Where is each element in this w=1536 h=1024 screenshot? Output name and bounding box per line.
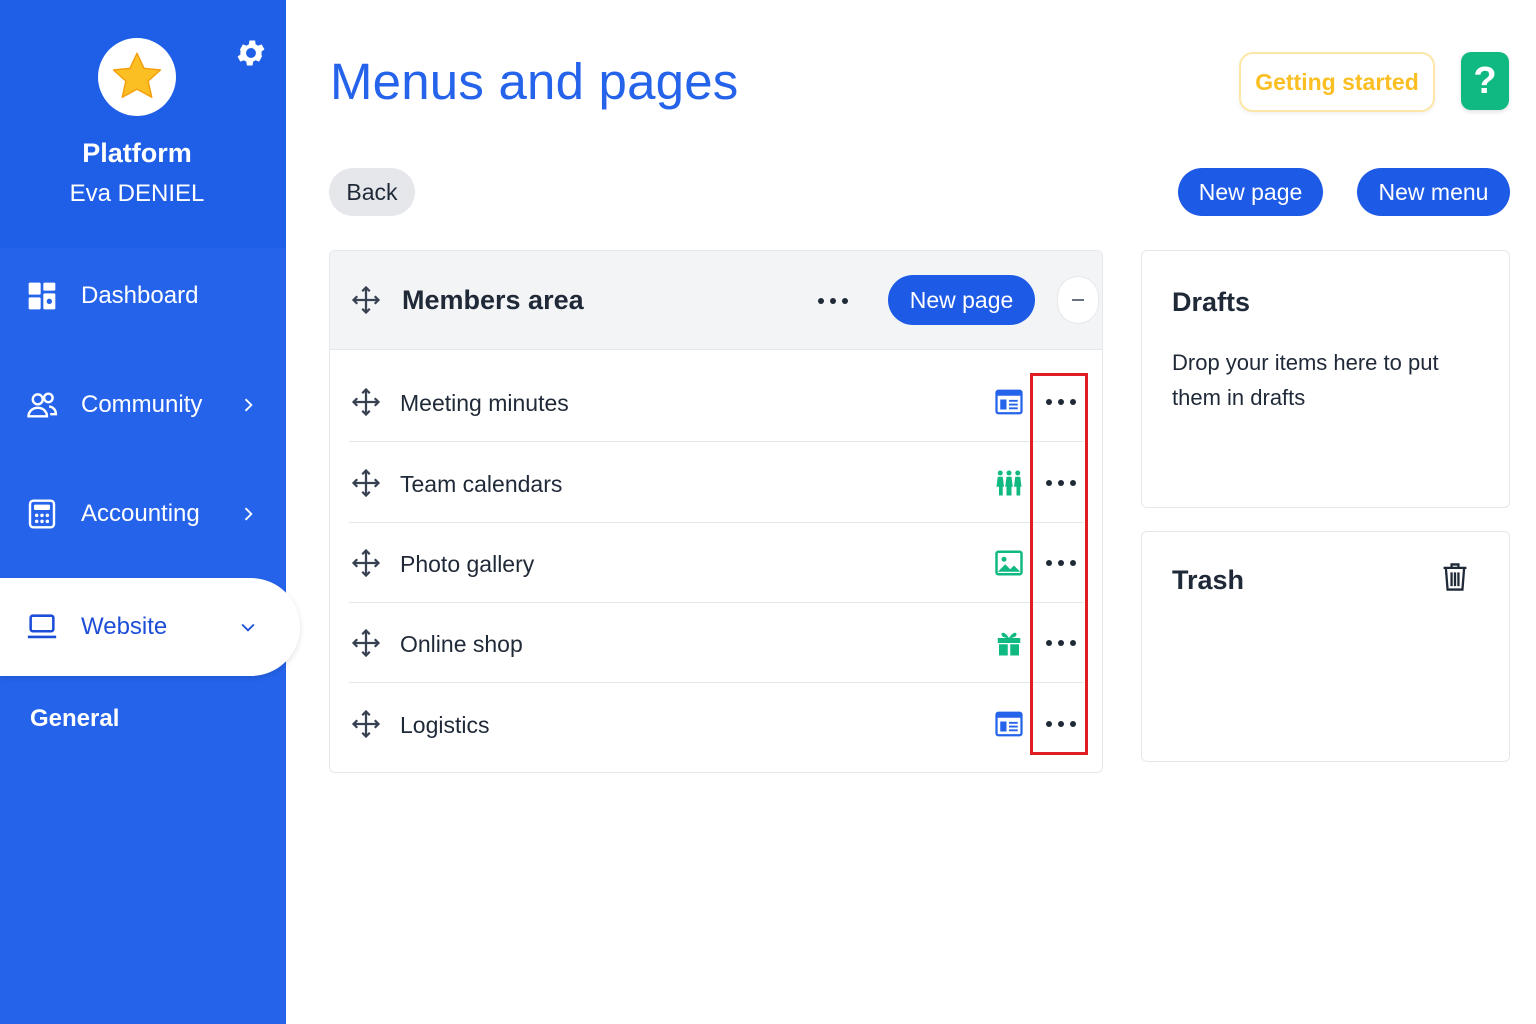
sidebar-item-dashboard[interactable]: Dashboard [0,266,286,326]
page-label: Logistics [400,712,490,738]
menu-more-icon[interactable] [818,296,848,306]
sidebar-item-label: Community [81,391,203,418]
people-icon [996,470,1022,496]
chevron-down-icon [241,623,255,632]
chevron-right-icon [244,507,253,521]
user-name: Eva DENIEL [69,180,205,207]
sidebar: Platform Eva DENIEL Dashboard Community … [0,0,300,1024]
page-row[interactable]: Meeting minutes [349,362,1084,442]
sidebar-item-website[interactable]: Website [0,578,300,676]
new-page-button[interactable]: New page [1178,168,1323,216]
sidebar-item-accounting[interactable]: Accounting [0,484,286,544]
getting-started-button[interactable]: Getting started [1239,52,1435,112]
star-icon [112,52,162,99]
menu-new-page-button[interactable]: New page [888,275,1035,325]
drafts-title: Drafts [1172,287,1251,317]
page-row[interactable]: Team calendars [349,443,1084,523]
drafts-hint: Drop your items here to put them in draf… [1172,350,1439,410]
sidebar-item-label: Dashboard [81,282,199,309]
gear-icon[interactable] [234,36,268,70]
move-icon[interactable] [351,387,381,417]
page-label: Online shop [400,631,523,657]
trash-title: Trash [1172,565,1245,595]
page-label: Team calendars [400,471,563,497]
move-icon[interactable] [351,468,381,498]
help-button[interactable]: ? [1461,52,1509,110]
sidebar-item-label: Accounting [81,500,200,527]
users-icon [24,387,60,423]
sidebar-item-community[interactable]: Community [0,375,286,435]
minus-icon [1072,299,1084,301]
collapse-button[interactable] [1057,276,1099,324]
move-icon[interactable] [351,709,381,739]
menu-card: Members area New page Meeting minutes Te… [329,250,1103,773]
highlight-box [1030,373,1088,755]
chevron-right-icon [244,398,253,412]
brand-name: Platform [82,138,192,168]
page-row[interactable]: Online shop [349,603,1084,683]
move-icon[interactable] [351,628,381,658]
trash-icon [1443,563,1467,591]
page-row[interactable]: Logistics [349,684,1084,764]
page-layout-icon [995,711,1023,737]
dashboard-icon [24,278,60,314]
page-layout-icon [995,389,1023,415]
page-label: Photo gallery [400,551,535,577]
drafts-panel[interactable]: Drafts Drop your items here to put them … [1141,250,1510,508]
back-button[interactable]: Back [329,168,415,216]
page-row[interactable]: Photo gallery [349,523,1084,603]
menu-header: Members area New page [330,251,1102,350]
sidebar-item-label: Website [81,613,168,640]
gift-icon [997,632,1021,656]
platform-logo[interactable] [98,38,176,116]
menu-title: Members area [402,285,584,315]
laptop-icon [24,609,60,645]
image-icon [995,550,1023,576]
page-label: Meeting minutes [400,390,569,416]
move-icon[interactable] [351,548,381,578]
move-icon[interactable] [351,285,381,315]
calculator-icon [24,496,60,532]
trash-panel[interactable]: Trash [1141,531,1510,762]
sidebar-subitem-general[interactable]: General [30,705,119,733]
page-title: Menus and pages [330,53,739,110]
new-menu-button[interactable]: New menu [1357,168,1510,216]
